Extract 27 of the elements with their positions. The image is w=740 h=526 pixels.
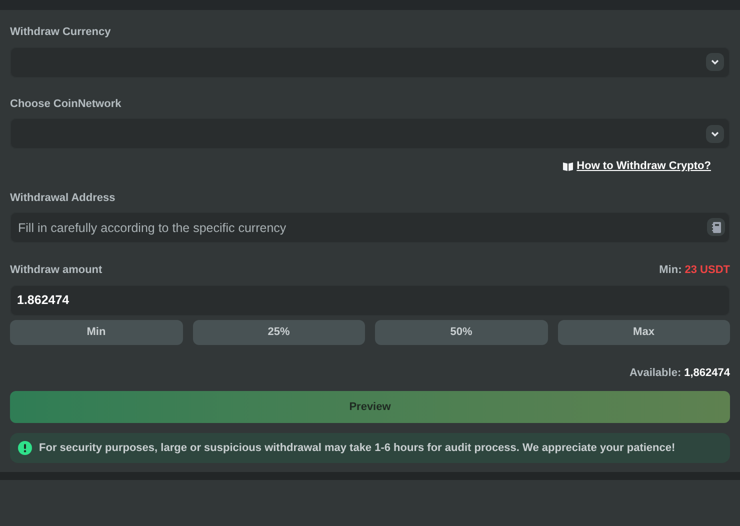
field-label: Choose CoinNetwork [10, 96, 122, 112]
quick-amount-button[interactable]: Min [10, 320, 182, 344]
field-label: Withdrawal Address [10, 190, 116, 206]
dropdown-toggle[interactable] [706, 53, 724, 71]
exclamation-icon [18, 441, 32, 455]
book-icon [562, 162, 573, 171]
help-link[interactable]: How to Withdraw Crypto? [576, 158, 711, 174]
notice-text: For security purposes, large or suspicious withdrawal may take 1-6 hours for audit process. We appreciate your patience! [39, 440, 676, 456]
select-field[interactable] [10, 46, 730, 78]
chevron-down-icon [711, 59, 719, 65]
quick-amount-button[interactable]: Max [558, 320, 730, 344]
notebook-icon [712, 222, 720, 232]
address-field[interactable]: Fill in carefully according to the specific currency [10, 212, 730, 243]
available-label: Available: [630, 366, 682, 380]
dropdown-toggle[interactable] [706, 124, 724, 142]
address-book-button[interactable] [707, 218, 725, 236]
preview-button[interactable]: Preview [10, 391, 730, 423]
field-label: Withdraw amount [10, 263, 102, 278]
select-field[interactable] [10, 118, 730, 149]
min-value: 23 USDT [684, 263, 730, 278]
available-value: 1,862474 [684, 366, 730, 380]
min-label: Min: [659, 263, 682, 278]
field-label: Withdraw Currency [10, 25, 112, 40]
quick-amount-button[interactable]: 25% [192, 320, 365, 344]
chevron-down-icon [711, 130, 719, 136]
amount-input[interactable]: 1.862474 [10, 284, 730, 316]
quick-amount-button[interactable]: 50% [375, 320, 548, 344]
